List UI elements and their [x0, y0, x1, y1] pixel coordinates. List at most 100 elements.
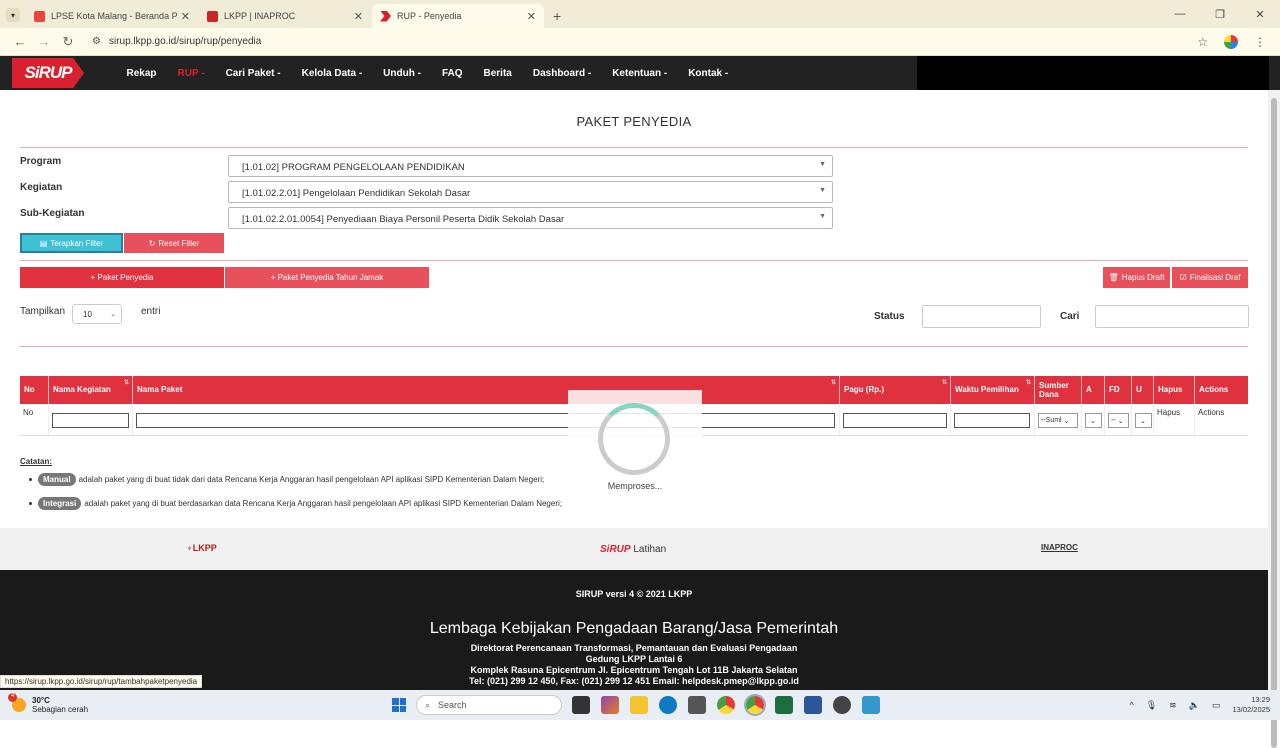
header-label: Sumber Dana	[1039, 380, 1069, 399]
copilot-icon[interactable]	[601, 696, 619, 714]
col-waktu-pemilihan[interactable]: Waktu Pemilihan ⇅	[951, 376, 1035, 404]
bookmark-star-icon[interactable]: ☆	[1197, 35, 1208, 49]
windows-start-icon[interactable]	[392, 698, 406, 712]
menu-kelola-data[interactable]: Kelola Data -	[291, 68, 373, 79]
app-icon[interactable]	[833, 696, 851, 714]
battery-icon[interactable]: ▭	[1212, 700, 1221, 711]
forward-icon[interactable]: →	[32, 34, 56, 49]
apply-filter-button[interactable]: ▤ Terapkan Filter	[20, 233, 123, 253]
menu-kebab-icon[interactable]: ⋮	[1254, 35, 1266, 49]
header-label: FD	[1109, 385, 1120, 395]
program-select[interactable]: [1.01.02] PROGRAM PENGELOLAAN PENDIDIKAN…	[228, 155, 833, 177]
restore-icon[interactable]: ❐	[1200, 8, 1240, 21]
excel-icon[interactable]	[775, 696, 793, 714]
url-input[interactable]: ⚙ sirup.lkpp.go.id/sirup/rup/penyedia	[84, 31, 1197, 53]
site-info-icon[interactable]: ⚙	[92, 36, 101, 47]
filter-a-select[interactable]: ⌄	[1085, 413, 1102, 428]
speaker-icon[interactable]: 🔈	[1189, 700, 1200, 711]
browser-tab-inaproc[interactable]: LKPP | INAPROC ✕	[199, 4, 371, 28]
col-pagu[interactable]: Pagu (Rp.) ⇅	[840, 376, 951, 404]
kegiatan-select[interactable]: [1.01.02.2.01] Pengelolaan Pendidikan Se…	[228, 181, 833, 203]
filter-fd-select[interactable]: -- ⌄	[1108, 413, 1129, 428]
chrome-active-icon[interactable]	[744, 694, 766, 716]
filter-nama-paket-input[interactable]	[136, 413, 835, 428]
filter-u-select[interactable]: ⌄	[1135, 413, 1152, 428]
close-icon[interactable]: ✕	[181, 10, 190, 23]
filter-sumber-value: --Suml	[1041, 417, 1062, 424]
lkpp-logo[interactable]: ♆LKPP	[186, 543, 217, 553]
back-icon[interactable]: ←	[8, 34, 32, 49]
filter-nama-kegiatan-input[interactable]	[52, 413, 129, 428]
sirup-logo[interactable]: SiRUP	[12, 56, 108, 90]
menu-cari-paket[interactable]: Cari Paket -	[215, 68, 291, 79]
menu-dashboard[interactable]: Dashboard -	[522, 68, 601, 79]
browser-tab-lpse[interactable]: LPSE Kota Malang - Beranda PF ✕	[26, 4, 198, 28]
chevron-up-icon[interactable]: ^	[1130, 700, 1134, 710]
inaproc-logo[interactable]: INAPROC	[1041, 543, 1078, 552]
navbar-black-area	[917, 56, 1269, 90]
caret-down-icon: ▼	[819, 187, 826, 194]
filter-sumber-select[interactable]: --Suml ⌄	[1038, 413, 1078, 428]
browser-tab-rup[interactable]: RUP - Penyedia ✕	[372, 4, 544, 28]
menu-kontak[interactable]: Kontak -	[678, 68, 739, 79]
reload-icon[interactable]: ↻	[56, 34, 80, 50]
col-sumber-dana[interactable]: Sumber Dana	[1035, 376, 1082, 404]
status-input[interactable]	[922, 305, 1041, 328]
menu-rup[interactable]: RUP -	[167, 68, 215, 79]
remote-desktop-icon[interactable]	[862, 696, 880, 714]
close-window-icon[interactable]: ✕	[1240, 8, 1280, 21]
profile-icon[interactable]	[1224, 34, 1238, 49]
wifi-icon[interactable]: ≋	[1169, 700, 1177, 711]
search-input[interactable]	[1095, 305, 1249, 328]
main-menu: Rekap RUP - Cari Paket - Kelola Data - U…	[116, 68, 739, 79]
clock[interactable]: 13:29 13/02/2025	[1232, 695, 1270, 715]
menu-berita[interactable]: Berita	[473, 68, 522, 79]
logo-text: SiRUP	[12, 58, 84, 88]
minimize-icon[interactable]: —	[1160, 8, 1200, 20]
col-nama-paket[interactable]: Nama Paket ⇅	[133, 376, 840, 404]
col-no[interactable]: No	[20, 376, 49, 404]
reset-filter-button[interactable]: ↻ Reset Filter	[124, 233, 224, 253]
filter-pagu-input[interactable]	[843, 413, 947, 428]
col-actions[interactable]: Actions	[1195, 376, 1248, 404]
refresh-icon: ↻	[148, 238, 156, 248]
col-hapus[interactable]: Hapus	[1154, 376, 1195, 404]
chrome-icon[interactable]	[717, 696, 735, 714]
filter-actions-cell: Actions	[1198, 408, 1225, 417]
menu-ketentuan[interactable]: Ketentuan -	[602, 68, 678, 79]
weather-widget[interactable]: 4 30°C Sebagian cerah	[8, 693, 392, 714]
filter-waktu-input[interactable]	[954, 413, 1030, 428]
col-fd[interactable]: FD	[1105, 376, 1132, 404]
store-icon[interactable]	[688, 696, 706, 714]
add-paket-penyedia-button[interactable]: + Paket Penyedia	[20, 267, 224, 288]
word-icon[interactable]	[804, 696, 822, 714]
favicon-icon	[207, 10, 218, 22]
add-paket-tahun-jamak-button[interactable]: + Paket Penyedia Tahun Jamak	[225, 267, 429, 288]
status-label: Status	[874, 311, 905, 322]
sirup-latihan-logo[interactable]: SiRUP Latihan	[600, 544, 666, 555]
delete-draft-button[interactable]: 🗑 Hapus Draft	[1103, 267, 1170, 288]
menu-faq[interactable]: FAQ	[431, 68, 473, 79]
page-scrollbar[interactable]	[1268, 90, 1280, 748]
new-tab-icon[interactable]: +	[553, 8, 561, 24]
tab-search-icon[interactable]: ▾	[6, 8, 20, 22]
col-u[interactable]: U	[1132, 376, 1154, 404]
header-label: Pagu (Rp.)	[844, 385, 884, 395]
sort-icon: ⇅	[941, 380, 947, 386]
page-length-select[interactable]: 10 ⌄	[72, 304, 122, 324]
finalize-draft-button[interactable]: ☑ Finalisasi Draf	[1172, 267, 1248, 288]
close-icon[interactable]: ✕	[354, 10, 363, 23]
scrollbar-thumb[interactable]	[1271, 98, 1277, 748]
col-a[interactable]: A	[1082, 376, 1105, 404]
sort-icon: ⇅	[123, 380, 129, 386]
task-view-icon[interactable]	[572, 696, 590, 714]
taskbar-search[interactable]: ⌕ Search	[416, 695, 562, 715]
sub-kegiatan-select[interactable]: [1.01.02.2.01.0054] Penyediaan Biaya Per…	[228, 207, 833, 229]
file-explorer-icon[interactable]	[630, 696, 648, 714]
menu-rekap[interactable]: Rekap	[116, 68, 167, 79]
col-nama-kegiatan[interactable]: Nama Kegiatan ⇅	[49, 376, 133, 404]
microphone-icon[interactable]: 🎙	[1146, 700, 1157, 711]
menu-unduh[interactable]: Unduh -	[373, 68, 432, 79]
edge-icon[interactable]	[659, 696, 677, 714]
close-icon[interactable]: ✕	[527, 10, 536, 23]
